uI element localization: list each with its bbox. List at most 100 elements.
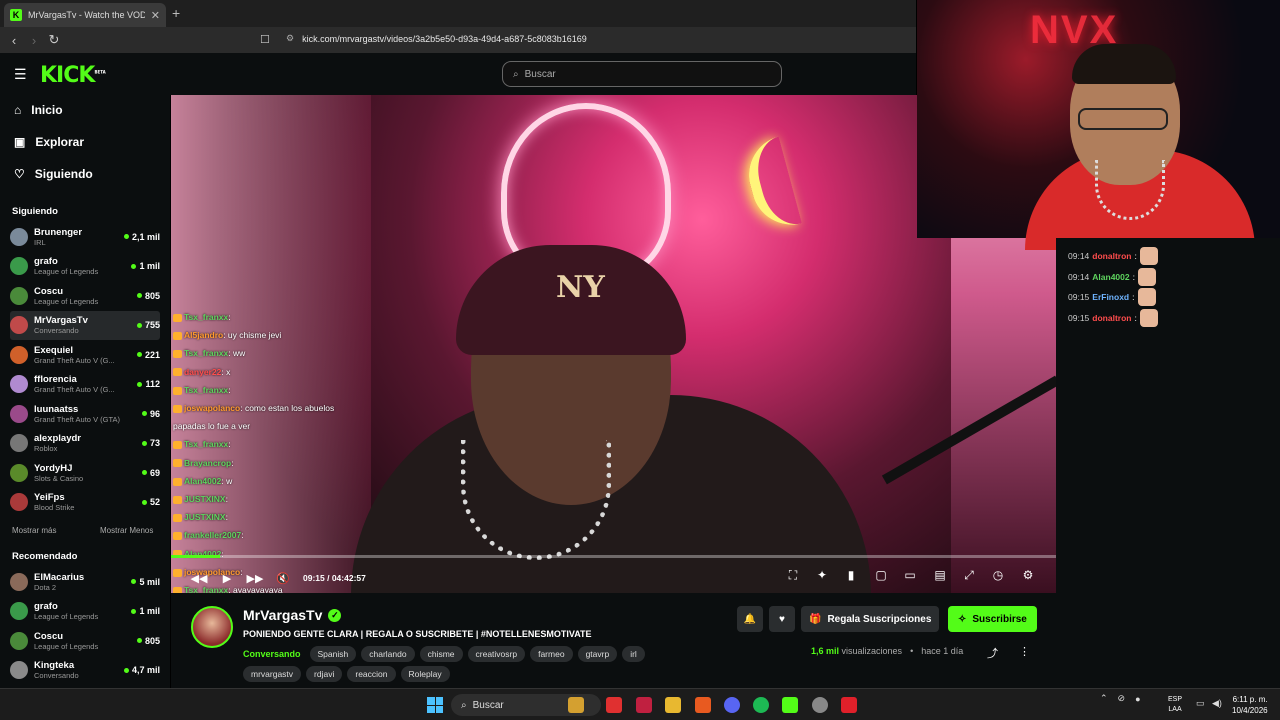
- following-channel-item[interactable]: Coscu League of Legends 805: [10, 281, 160, 310]
- tag-chip[interactable]: Spanish: [309, 646, 357, 662]
- chat-username[interactable]: Al5jandro: [184, 330, 223, 340]
- show-less-button[interactable]: Mostrar Menos: [100, 526, 153, 535]
- windows-start-icon[interactable]: [427, 697, 443, 713]
- following-channel-item[interactable]: luunaatss Grand Theft Auto V (GTA) 96: [10, 399, 160, 428]
- show-more-button[interactable]: Mostrar más: [12, 526, 56, 535]
- following-channel-item[interactable]: Brunenger IRL 2,1 mil: [10, 222, 160, 251]
- chat-username[interactable]: JUSTXINX: [184, 512, 226, 522]
- stats-icon[interactable]: ▮: [841, 568, 861, 582]
- play-icon[interactable]: ▶: [213, 572, 241, 585]
- file-explorer-icon[interactable]: [665, 697, 681, 713]
- youtube-icon[interactable]: [606, 697, 622, 713]
- chat-username[interactable]: donaltron: [1092, 251, 1131, 261]
- widget-icon[interactable]: [568, 697, 584, 713]
- mute-icon[interactable]: 🔇: [269, 572, 297, 585]
- network-off-icon[interactable]: ⊘: [1118, 693, 1126, 704]
- sparkle-icon[interactable]: ✦: [812, 568, 832, 582]
- subscribe-button[interactable]: ✧ Suscribirse: [948, 606, 1037, 632]
- chat-username[interactable]: Brayancrop: [184, 458, 231, 468]
- chat-username[interactable]: joswapolanco: [184, 403, 240, 413]
- tag-chip[interactable]: farmeo: [530, 646, 573, 662]
- bookmark-icon[interactable]: ☐: [260, 33, 270, 46]
- brave-browser-icon[interactable]: [695, 697, 711, 713]
- more-options-icon[interactable]: ⋮: [1019, 645, 1030, 658]
- following-channel-item[interactable]: MrVargasTv Conversando 755: [10, 310, 160, 340]
- site-info-icon[interactable]: ⚙: [286, 33, 294, 44]
- chat-username[interactable]: JUSTXINX: [184, 494, 226, 504]
- forward-icon[interactable]: ▶▶: [241, 572, 269, 585]
- url-field[interactable]: ⚙ kick.com/mrvargastv/videos/3a2b5e50-d9…: [286, 33, 587, 44]
- following-channel-item[interactable]: Exequiel Grand Theft Auto V (G... 221: [10, 340, 160, 369]
- theater-icon[interactable]: ▭: [900, 568, 920, 582]
- cinema-icon[interactable]: ▤: [930, 568, 950, 582]
- chat-username[interactable]: ErFinoxd: [1092, 292, 1129, 302]
- tag-chip[interactable]: rdjavi: [306, 666, 343, 682]
- chrome-icon[interactable]: [812, 697, 828, 713]
- chat-username[interactable]: Tsx_franxx: [184, 385, 228, 395]
- chat-username[interactable]: donaltron: [1092, 313, 1131, 323]
- gift-subs-button[interactable]: 🎁 Regala Suscripciones: [801, 606, 940, 632]
- tag-chip[interactable]: charlando: [361, 646, 415, 662]
- chat-username[interactable]: Tsx_franxx: [184, 312, 228, 322]
- system-clock[interactable]: 6:11 p. m. 10/4/2026: [1232, 694, 1268, 716]
- chat-username[interactable]: danyer22: [184, 367, 221, 377]
- following-channel-item[interactable]: YordyHJ Slots & Casino 69: [10, 458, 160, 487]
- display-icon[interactable]: ▭: [1196, 698, 1205, 709]
- tag-chip[interactable]: reaccion: [347, 666, 396, 682]
- forward-icon[interactable]: ›: [24, 33, 44, 48]
- clip-icon[interactable]: ⛶: [783, 568, 803, 583]
- pip-icon[interactable]: ▢: [871, 568, 891, 582]
- recommended-channel-item[interactable]: Coscu League of Legends 805: [10, 626, 160, 655]
- nav-explorar[interactable]: ▣ Explorar: [14, 135, 84, 149]
- back-icon[interactable]: ‹: [4, 33, 24, 48]
- spotify-icon[interactable]: [753, 697, 769, 713]
- volume-icon[interactable]: ◀): [1212, 698, 1222, 709]
- settings-icon[interactable]: ⚙: [1018, 568, 1038, 582]
- kick-logo[interactable]: KICKBETA: [40, 63, 106, 88]
- chat-username[interactable]: Alan4002: [1092, 272, 1129, 282]
- new-tab-icon[interactable]: +: [172, 5, 180, 21]
- tag-chip[interactable]: creativosrp: [467, 646, 526, 662]
- tag-chip[interactable]: Roleplay: [400, 666, 450, 682]
- following-channel-item[interactable]: alexplaydr Roblox 73: [10, 429, 160, 458]
- rewind-icon[interactable]: ◀◀: [185, 572, 213, 585]
- chat-emote-icon: [1138, 267, 1156, 286]
- following-channel-item[interactable]: fflorencia Grand Theft Auto V (G... 112: [10, 370, 160, 399]
- app-a-icon[interactable]: [636, 697, 652, 713]
- tag-chip[interactable]: chisme: [419, 646, 463, 662]
- chat-username[interactable]: frankeller2007: [184, 530, 241, 540]
- search-input[interactable]: ⌕ Buscar: [502, 61, 782, 87]
- nav-inicio[interactable]: ⌂ Inicio: [14, 103, 63, 117]
- category-link[interactable]: Conversando: [243, 649, 301, 659]
- discord-icon[interactable]: [724, 697, 740, 713]
- reload-icon[interactable]: ↻: [44, 32, 64, 48]
- tray-expand-icon[interactable]: ⌃: [1100, 693, 1108, 704]
- language-indicator[interactable]: ESP LAA: [1168, 695, 1182, 715]
- chat-username[interactable]: Alan4002: [184, 476, 221, 486]
- share-icon[interactable]: ⤴: [987, 645, 998, 661]
- tag-chip[interactable]: mrvargastv: [243, 666, 302, 682]
- close-tab-icon[interactable]: ✕: [151, 9, 160, 22]
- following-channel-item[interactable]: grafo League of Legends 1 mil: [10, 252, 160, 281]
- tag-chip[interactable]: irl: [622, 646, 645, 662]
- kick-app-icon[interactable]: [782, 697, 798, 713]
- obs-icon[interactable]: [841, 697, 857, 713]
- streamer-avatar[interactable]: [191, 606, 233, 648]
- chat-username[interactable]: Tsx_franxx: [184, 439, 228, 449]
- browser-tab[interactable]: K MrVargasTv - Watch the VOD on ✕: [4, 3, 166, 27]
- menu-icon[interactable]: ☰: [14, 66, 27, 83]
- nav-siguiendo[interactable]: ♡ Siguiendo: [14, 167, 93, 181]
- recommended-channel-item[interactable]: grafo League of Legends 1 mil: [10, 597, 160, 626]
- chat-username[interactable]: Tsx_franxx: [184, 348, 228, 358]
- progress-bar[interactable]: [171, 555, 1056, 558]
- mic-icon[interactable]: ●: [1135, 694, 1140, 704]
- following-channel-item[interactable]: YeiFps Blood Strike 52: [10, 488, 160, 517]
- speed-icon[interactable]: ◷: [988, 568, 1008, 582]
- streamer-name[interactable]: MrVargasTv: [243, 607, 322, 623]
- follow-heart-button[interactable]: ♥: [769, 606, 795, 632]
- recommended-channel-item[interactable]: ElMacarius Dota 2 5 mil: [10, 567, 160, 596]
- recommended-channel-item[interactable]: Kingteka Conversando 4,7 mil: [10, 656, 160, 685]
- tag-chip[interactable]: gtavrp: [577, 646, 618, 662]
- fullscreen-icon[interactable]: ⤢: [959, 568, 979, 583]
- notification-bell-button[interactable]: 🔔: [737, 606, 763, 632]
